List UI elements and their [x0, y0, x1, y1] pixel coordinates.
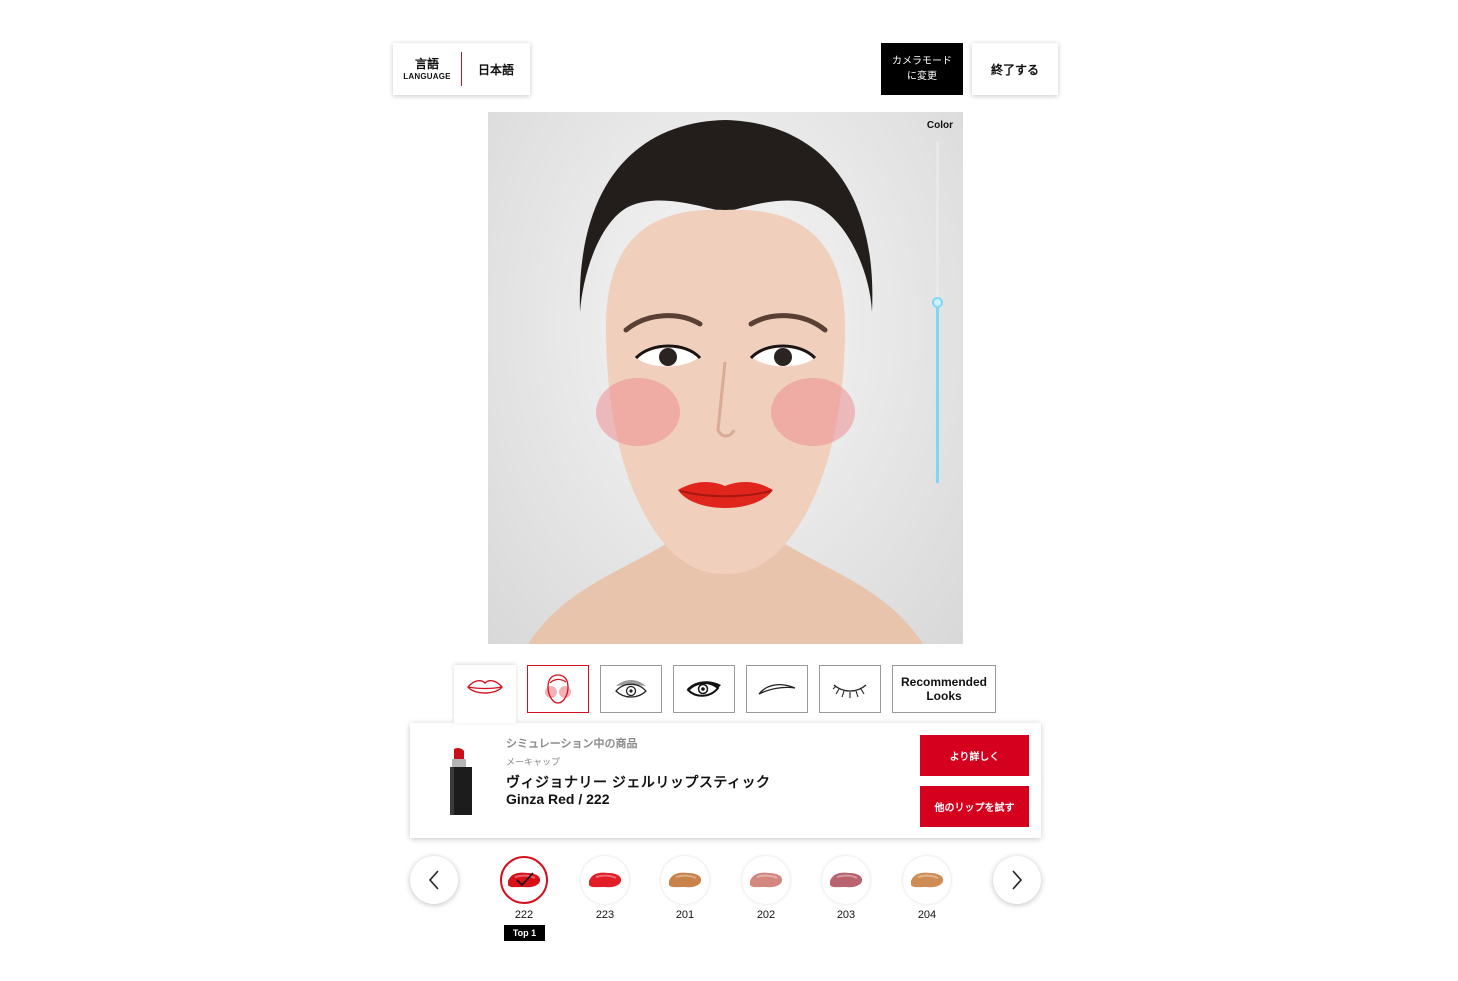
product-panel: シミュレーション中の商品 メーキャップ ヴィジョナリー ジェルリップスティック … [410, 723, 1041, 838]
chevron-left-icon [428, 870, 439, 890]
tab-lips[interactable] [454, 665, 516, 723]
face-preview: Color [488, 112, 963, 644]
try-other-lips-button[interactable]: 他のリップを試す [920, 786, 1029, 827]
language-selector[interactable]: 言語 LANGUAGE 日本語 [393, 43, 530, 95]
exit-button[interactable]: 終了する [972, 43, 1058, 95]
chevron-right-icon [1012, 870, 1023, 890]
eyebrow-icon [758, 683, 796, 695]
shade-swatch-202[interactable] [742, 856, 790, 904]
shade-smear-icon [830, 872, 863, 888]
product-category: メーキャップ [506, 757, 561, 767]
shade-smear-icon [508, 872, 541, 888]
tab-eyebrow[interactable] [746, 665, 808, 713]
shade-smear-icon [750, 872, 783, 888]
shade-code-label: 203 [836, 909, 856, 921]
color-slider-label: Color [926, 120, 953, 131]
shade-code-label: 204 [917, 909, 937, 921]
shade-code-label: 222 [514, 909, 534, 921]
camera-mode-button[interactable]: カメラモード に変更 [881, 43, 963, 95]
prev-shades-button[interactable] [410, 856, 458, 904]
tab-blush[interactable] [527, 665, 589, 713]
tab-eyeshadow[interactable] [600, 665, 662, 713]
tab-recommended-looks[interactable]: Recommended Looks [892, 665, 996, 713]
language-sub-label: LANGUAGE [403, 72, 451, 81]
language-value[interactable]: 日本語 [462, 61, 530, 78]
eyeshadow-icon [615, 680, 647, 698]
shade-smear-icon [589, 872, 622, 888]
eyeliner-icon [686, 681, 721, 697]
shade-code-label: 201 [675, 909, 695, 921]
lipstick-product-image [450, 747, 472, 815]
product-shade: Ginza Red / 222 [506, 791, 610, 807]
color-slider-handle[interactable] [932, 297, 943, 308]
simulating-product-label: シミュレーション中の商品 [506, 738, 638, 750]
shade-swatch-222[interactable] [500, 856, 548, 904]
tab-eyeliner[interactable] [673, 665, 735, 713]
more-details-button[interactable]: より詳しく [920, 735, 1029, 776]
top-rank-badge: Top 1 [504, 925, 545, 941]
shade-code-label: 202 [756, 909, 776, 921]
shade-swatch-223[interactable] [581, 856, 629, 904]
eyelash-icon [832, 684, 867, 698]
tab-eyelash[interactable] [819, 665, 881, 713]
shade-swatch-204[interactable] [903, 856, 951, 904]
shade-swatch-203[interactable] [822, 856, 870, 904]
shade-code-label: 223 [595, 909, 615, 921]
shade-swatch-201[interactable] [661, 856, 709, 904]
virtual-makeup-page: 言語 LANGUAGE 日本語 カメラモード に変更 終了する Color Re… [0, 0, 1458, 981]
language-label: 言語 [414, 57, 439, 71]
lips-icon [467, 679, 503, 694]
next-shades-button[interactable] [993, 856, 1041, 904]
color-slider-fill [936, 302, 939, 483]
shade-smear-icon [669, 872, 702, 888]
blush-face-icon [545, 674, 571, 704]
color-slider-track[interactable] [936, 142, 939, 483]
product-name: ヴィジョナリー ジェルリップスティック [506, 774, 771, 790]
shade-smear-icon [911, 872, 944, 888]
face-portrait-image [528, 120, 923, 644]
